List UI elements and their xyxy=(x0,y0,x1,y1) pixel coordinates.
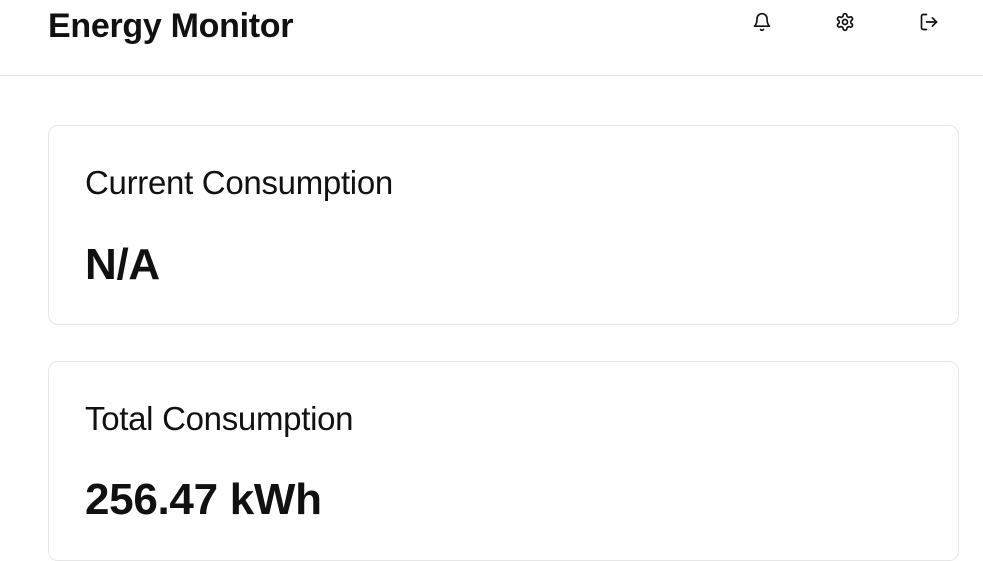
current-consumption-card: Current Consumption N/A xyxy=(48,125,959,325)
settings-button[interactable] xyxy=(832,9,858,35)
logout-icon xyxy=(920,13,938,31)
notifications-button[interactable] xyxy=(749,9,775,35)
current-consumption-value: N/A xyxy=(85,240,160,289)
gear-icon xyxy=(836,12,854,32)
total-consumption-label: Total Consumption xyxy=(85,400,354,437)
current-consumption-label: Current Consumption xyxy=(85,164,393,201)
app-header: Energy Monitor xyxy=(0,0,983,76)
total-consumption-card: Total Consumption 256.47 kWh xyxy=(48,361,959,561)
total-consumption-value: 256.47 kWh xyxy=(85,475,322,524)
bell-icon xyxy=(753,12,771,32)
app-title: Energy Monitor xyxy=(48,7,294,45)
logout-button[interactable] xyxy=(916,9,942,35)
